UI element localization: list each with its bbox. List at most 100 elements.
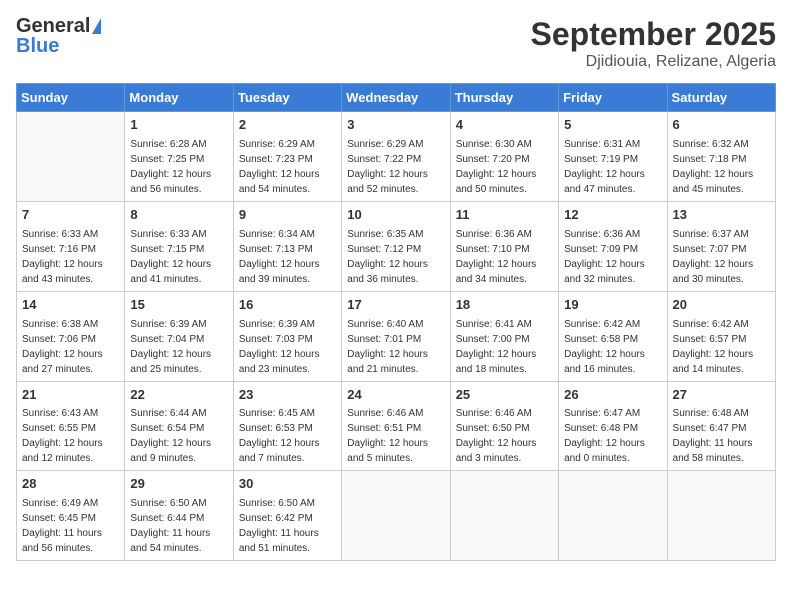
day-number: 26 (564, 386, 661, 405)
day-number: 17 (347, 296, 444, 315)
calendar-cell: 12Sunrise: 6:36 AM Sunset: 7:09 PM Dayli… (559, 201, 667, 291)
header-thursday: Thursday (450, 84, 558, 112)
logo-blue: Blue (16, 36, 59, 56)
day-number: 7 (22, 206, 119, 225)
calendar-cell: 24Sunrise: 6:46 AM Sunset: 6:51 PM Dayli… (342, 381, 450, 471)
day-info: Sunrise: 6:33 AM Sunset: 7:15 PM Dayligh… (130, 227, 227, 287)
calendar-cell: 6Sunrise: 6:32 AM Sunset: 7:18 PM Daylig… (667, 112, 775, 202)
week-row-0: 1Sunrise: 6:28 AM Sunset: 7:25 PM Daylig… (17, 112, 776, 202)
month-title: September 2025 (531, 16, 776, 53)
day-info: Sunrise: 6:41 AM Sunset: 7:00 PM Dayligh… (456, 317, 553, 377)
day-info: Sunrise: 6:46 AM Sunset: 6:50 PM Dayligh… (456, 406, 553, 466)
calendar-cell (450, 471, 558, 561)
day-info: Sunrise: 6:49 AM Sunset: 6:45 PM Dayligh… (22, 496, 119, 556)
calendar-cell: 2 Sunrise: 6:29 AM Sunset: 7:23 PM Daylig… (233, 112, 341, 202)
calendar-body: 1Sunrise: 6:28 AM Sunset: 7:25 PM Daylig… (17, 112, 776, 561)
calendar-cell: 13 Sunrise: 6:37 AM Sunset: 7:07 PM Dayli… (667, 201, 775, 291)
day-number: 5 (564, 116, 661, 135)
day-info: Sunrise: 6:36 AM Sunset: 7:09 PM Dayligh… (564, 227, 661, 287)
day-info: Sunrise: 6:31 AM Sunset: 7:19 PM Dayligh… (564, 137, 661, 197)
calendar-cell: 14Sunrise: 6:38 AM Sunset: 7:06 PM Dayli… (17, 291, 125, 381)
day-number: 23 (239, 386, 336, 405)
day-info: Sunrise: 6:50 AM Sunset: 6:42 PM Dayligh… (239, 496, 336, 556)
calendar-cell: 5 Sunrise: 6:31 AM Sunset: 7:19 PM Daylig… (559, 112, 667, 202)
day-number: 30 (239, 475, 336, 494)
day-info: Sunrise: 6:50 AM Sunset: 6:44 PM Dayligh… (130, 496, 227, 556)
day-number: 28 (22, 475, 119, 494)
day-number: 9 (239, 206, 336, 225)
day-info: Sunrise: 6:45 AM Sunset: 6:53 PM Dayligh… (239, 406, 336, 466)
day-info: Sunrise: 6:29 AM Sunset: 7:23 PM Dayligh… (239, 137, 336, 197)
logo-general: General (16, 16, 90, 36)
calendar-cell: 4Sunrise: 6:30 AM Sunset: 7:20 PM Daylig… (450, 112, 558, 202)
calendar-cell: 26Sunrise: 6:47 AM Sunset: 6:48 PM Dayli… (559, 381, 667, 471)
day-info: Sunrise: 6:35 AM Sunset: 7:12 PM Dayligh… (347, 227, 444, 287)
calendar-cell: 8Sunrise: 6:33 AM Sunset: 7:15 PM Daylig… (125, 201, 233, 291)
title-block: September 2025 Djidiouia, Relizane, Alge… (531, 16, 776, 71)
day-info: Sunrise: 6:44 AM Sunset: 6:54 PM Dayligh… (130, 406, 227, 466)
day-number: 20 (673, 296, 770, 315)
day-number: 18 (456, 296, 553, 315)
day-number: 13 (673, 206, 770, 225)
header-friday: Friday (559, 84, 667, 112)
day-number: 11 (456, 206, 553, 225)
day-number: 14 (22, 296, 119, 315)
day-info: Sunrise: 6:37 AM Sunset: 7:07 PM Dayligh… (673, 227, 770, 287)
calendar-cell: 18 Sunrise: 6:41 AM Sunset: 7:00 PM Dayli… (450, 291, 558, 381)
day-info: Sunrise: 6:29 AM Sunset: 7:22 PM Dayligh… (347, 137, 444, 197)
day-number: 27 (673, 386, 770, 405)
day-number: 10 (347, 206, 444, 225)
calendar-cell: 21Sunrise: 6:43 AM Sunset: 6:55 PM Dayli… (17, 381, 125, 471)
calendar-cell (342, 471, 450, 561)
week-row-2: 14Sunrise: 6:38 AM Sunset: 7:06 PM Dayli… (17, 291, 776, 381)
calendar-cell (559, 471, 667, 561)
calendar-cell: 16 Sunrise: 6:39 AM Sunset: 7:03 PM Dayli… (233, 291, 341, 381)
calendar-cell (17, 112, 125, 202)
week-row-1: 7 Sunrise: 6:33 AM Sunset: 7:16 PM Daylig… (17, 201, 776, 291)
calendar-cell: 23Sunrise: 6:45 AM Sunset: 6:53 PM Dayli… (233, 381, 341, 471)
day-info: Sunrise: 6:42 AM Sunset: 6:58 PM Dayligh… (564, 317, 661, 377)
header-monday: Monday (125, 84, 233, 112)
day-info: Sunrise: 6:34 AM Sunset: 7:13 PM Dayligh… (239, 227, 336, 287)
day-number: 24 (347, 386, 444, 405)
page-header: General Blue September 2025 Djidiouia, R… (16, 16, 776, 71)
calendar-cell: 7 Sunrise: 6:33 AM Sunset: 7:16 PM Daylig… (17, 201, 125, 291)
day-number: 21 (22, 386, 119, 405)
day-info: Sunrise: 6:33 AM Sunset: 7:16 PM Dayligh… (22, 227, 119, 287)
calendar-cell: 1Sunrise: 6:28 AM Sunset: 7:25 PM Daylig… (125, 112, 233, 202)
day-info: Sunrise: 6:46 AM Sunset: 6:51 PM Dayligh… (347, 406, 444, 466)
calendar-table: SundayMondayTuesdayWednesdayThursdayFrid… (16, 83, 776, 561)
day-info: Sunrise: 6:32 AM Sunset: 7:18 PM Dayligh… (673, 137, 770, 197)
calendar-cell: 22Sunrise: 6:44 AM Sunset: 6:54 PM Dayli… (125, 381, 233, 471)
day-number: 1 (130, 116, 227, 135)
week-row-3: 21Sunrise: 6:43 AM Sunset: 6:55 PM Dayli… (17, 381, 776, 471)
header-saturday: Saturday (667, 84, 775, 112)
calendar-cell: 9 Sunrise: 6:34 AM Sunset: 7:13 PM Daylig… (233, 201, 341, 291)
logo: General Blue (16, 16, 101, 56)
calendar-cell: 27Sunrise: 6:48 AM Sunset: 6:47 PM Dayli… (667, 381, 775, 471)
calendar-cell: 20 Sunrise: 6:42 AM Sunset: 6:57 PM Dayli… (667, 291, 775, 381)
day-number: 3 (347, 116, 444, 135)
week-row-4: 28 Sunrise: 6:49 AM Sunset: 6:45 PM Dayli… (17, 471, 776, 561)
day-info: Sunrise: 6:42 AM Sunset: 6:57 PM Dayligh… (673, 317, 770, 377)
header-tuesday: Tuesday (233, 84, 341, 112)
day-number: 16 (239, 296, 336, 315)
day-info: Sunrise: 6:40 AM Sunset: 7:01 PM Dayligh… (347, 317, 444, 377)
day-number: 4 (456, 116, 553, 135)
day-info: Sunrise: 6:47 AM Sunset: 6:48 PM Dayligh… (564, 406, 661, 466)
logo-triangle-icon (92, 18, 101, 34)
calendar-cell: 29Sunrise: 6:50 AM Sunset: 6:44 PM Dayli… (125, 471, 233, 561)
header-sunday: Sunday (17, 84, 125, 112)
calendar-cell: 30 Sunrise: 6:50 AM Sunset: 6:42 PM Dayli… (233, 471, 341, 561)
day-number: 2 (239, 116, 336, 135)
calendar-cell: 15Sunrise: 6:39 AM Sunset: 7:04 PM Dayli… (125, 291, 233, 381)
day-info: Sunrise: 6:48 AM Sunset: 6:47 PM Dayligh… (673, 406, 770, 466)
calendar-cell: 25Sunrise: 6:46 AM Sunset: 6:50 PM Dayli… (450, 381, 558, 471)
location: Djidiouia, Relizane, Algeria (531, 53, 776, 71)
day-info: Sunrise: 6:36 AM Sunset: 7:10 PM Dayligh… (456, 227, 553, 287)
calendar-cell: 19Sunrise: 6:42 AM Sunset: 6:58 PM Dayli… (559, 291, 667, 381)
day-info: Sunrise: 6:39 AM Sunset: 7:03 PM Dayligh… (239, 317, 336, 377)
calendar-cell: 3 Sunrise: 6:29 AM Sunset: 7:22 PM Daylig… (342, 112, 450, 202)
day-number: 22 (130, 386, 227, 405)
day-info: Sunrise: 6:39 AM Sunset: 7:04 PM Dayligh… (130, 317, 227, 377)
